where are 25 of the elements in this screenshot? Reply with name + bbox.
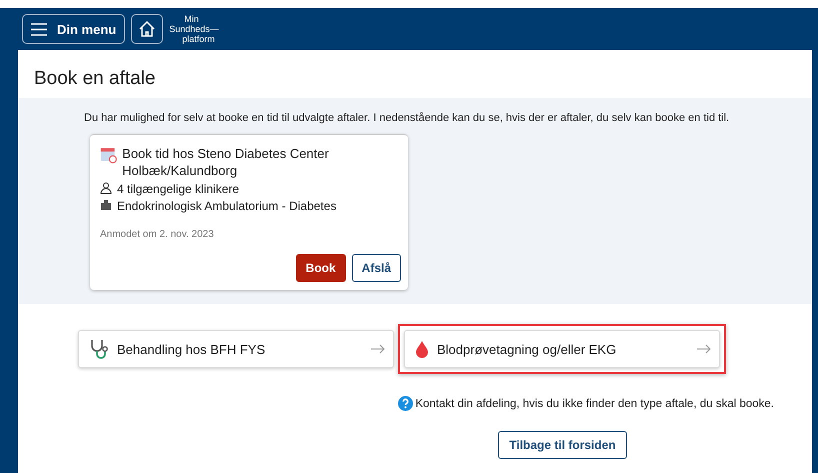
arrow-right-icon <box>697 344 711 354</box>
book-button[interactable]: Book <box>296 254 346 282</box>
help-text: Kontakt din afdeling, hvis du ikke finder den type aftale, du skal booke. <box>415 398 774 410</box>
menu-icon <box>31 22 47 36</box>
logo: Min Sundheds— platform <box>169 14 219 44</box>
building-icon <box>100 199 112 211</box>
blood-drop-icon <box>415 340 429 358</box>
option-card[interactable]: Blodprøvetagning og/eller EKG <box>404 330 720 368</box>
requested-date: Anmodet om 2. nov. 2023 <box>100 229 215 240</box>
back-button[interactable]: Tilbage til forsiden <box>498 431 627 459</box>
card-detail: 4 tilgængelige klinikere <box>117 182 240 196</box>
menu-button[interactable]: Din menu <box>22 14 126 44</box>
home-button[interactable] <box>131 14 164 44</box>
card-title: Book tid hos Steno Diabetes Center Holbæk/Kalundborg <box>122 145 330 179</box>
decline-button[interactable]: Afslå <box>352 254 401 282</box>
page-title: Book en aftale <box>33 67 156 91</box>
card-detail: Endokrinologisk Ambulatorium - Diabetes <box>117 199 336 213</box>
intro-text: Du har mulighed for selv at booke en tid til udvalgte aftaler. I nedenstående kan du se, hvis der er aftaler, du selv kan booke en tid til. <box>84 112 730 124</box>
calendar-icon <box>100 145 118 165</box>
home-icon <box>138 20 156 38</box>
help-icon <box>398 396 414 411</box>
option-card[interactable]: Behandling hos BFH FYS <box>78 330 394 368</box>
arrow-right-icon <box>371 344 385 354</box>
stethoscope-icon <box>89 338 109 360</box>
people-icon <box>100 182 112 194</box>
